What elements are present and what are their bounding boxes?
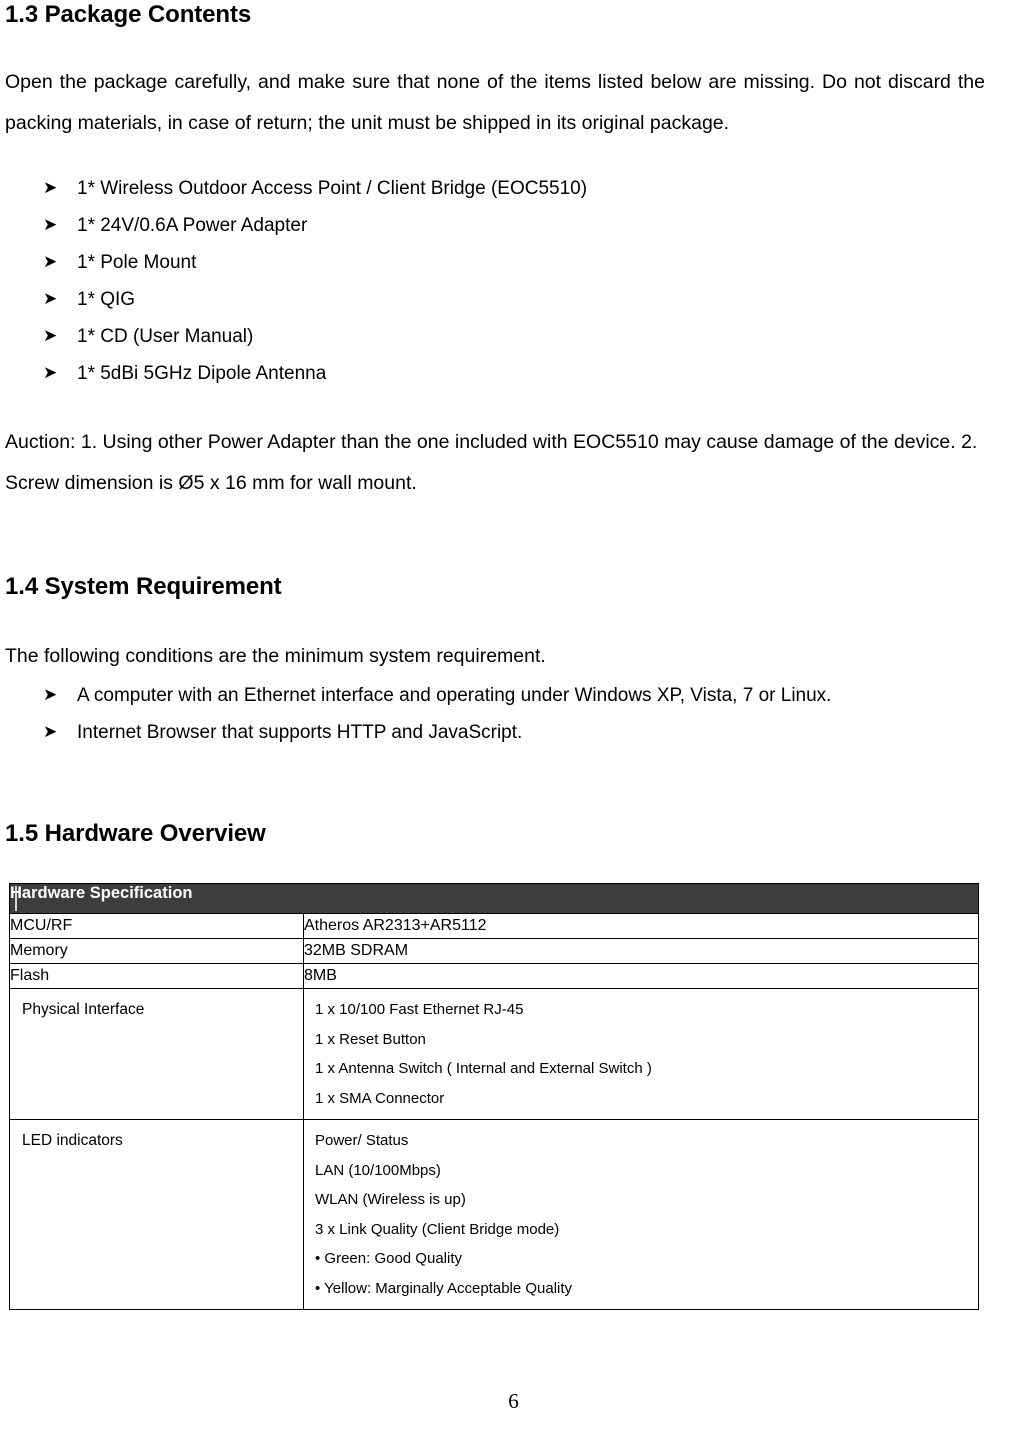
- auction-note-paragraph: Auction: 1. Using other Power Adapter th…: [5, 431, 978, 494]
- list-item-label: 1* QIG: [77, 289, 136, 310]
- list-item: ➤ 1* Pole Mount: [5, 244, 985, 281]
- list-item-label: 1* 24V/0.6A Power Adapter: [77, 215, 308, 236]
- table-header-label: Hardware Specification: [10, 884, 193, 902]
- list-item-label: 1* 5dBi 5GHz Dipole Antenna: [77, 363, 327, 384]
- table-cell-value: 1 x 10/100 Fast Ethernet RJ-45 1 x Reset…: [302, 988, 980, 1120]
- list-item: ➤ 1* CD (User Manual): [5, 318, 985, 355]
- table-row: MCU/RF Atheros AR2313+AR5112: [9, 913, 980, 939]
- table-row: Physical Interface 1 x 10/100 Fast Ether…: [9, 988, 980, 1120]
- table-cell-value: Power/ Status LAN (10/100Mbps) WLAN (Wir…: [302, 1119, 980, 1310]
- list-item: ➤ 1* 24V/0.6A Power Adapter: [5, 207, 985, 244]
- table-cell-value-line: 1 x Reset Button: [315, 1030, 426, 1048]
- list-item-label: 1* CD (User Manual): [77, 326, 254, 347]
- list-item-label: 1* Wireless Outdoor Access Point / Clien…: [77, 178, 588, 199]
- package-contents-intro-paragraph: Open the package carefully, and make sur…: [5, 71, 985, 134]
- arrow-bullet-icon: ➤: [43, 215, 58, 235]
- table-cell-key: LED indicators: [9, 1119, 304, 1310]
- table-cell-value: Atheros AR2313+AR5112: [302, 913, 980, 939]
- arrow-bullet-icon: ➤: [43, 178, 58, 198]
- table-cell-value-line: 3 x Link Quality (Client Bridge mode): [315, 1220, 560, 1238]
- table-cell-value-line: • Yellow: Marginally Acceptable Quality: [315, 1279, 573, 1297]
- table-cell-value-line: WLAN (Wireless is up): [315, 1191, 466, 1208]
- table-row: Memory 32MB SDRAM: [9, 938, 980, 964]
- section-heading-hardware-overview: 1.5 Hardware Overview: [5, 820, 266, 847]
- table-cell-value-line: Power/ Status: [315, 1132, 409, 1149]
- table-cell-value-line: 1 x SMA Connector: [315, 1089, 445, 1107]
- list-item: ➤ 1* 5dBi 5GHz Dipole Antenna: [5, 355, 985, 392]
- system-requirement-list: ➤ A computer with an Ethernet interface …: [5, 677, 985, 751]
- section-heading-package-contents: 1.3 Package Contents: [5, 1, 252, 28]
- list-item-label: 1* Pole Mount: [77, 252, 197, 273]
- list-item: ➤ Internet Browser that supports HTTP an…: [5, 714, 985, 751]
- document-page: 1.3 Package Contents Open the package ca…: [0, 0, 1027, 1431]
- header-separator-line: [15, 886, 17, 911]
- table-cell-value-line: • Green: Good Quality: [315, 1250, 462, 1267]
- table-row: Flash 8MB: [9, 963, 980, 989]
- table-cell-value: 32MB SDRAM: [302, 938, 980, 964]
- arrow-bullet-icon: ➤: [43, 289, 58, 309]
- table-cell-key: Physical Interface: [9, 988, 304, 1120]
- list-item: ➤ 1* QIG: [5, 281, 985, 318]
- table-cell-value-line: 1 x 10/100 Fast Ethernet RJ-45: [315, 1001, 524, 1018]
- table-cell-key: Flash: [9, 963, 304, 989]
- table-cell-key: Memory: [9, 938, 304, 964]
- arrow-bullet-icon: ➤: [43, 252, 58, 272]
- hardware-specification-table: Hardware Specification MCU/RF Atheros AR…: [8, 883, 980, 1310]
- table-cell-value-line: LAN (10/100Mbps): [315, 1161, 441, 1179]
- table-row: LED indicators Power/ Status LAN (10/100…: [9, 1119, 980, 1310]
- section-heading-system-requirement: 1.4 System Requirement: [5, 573, 282, 600]
- arrow-bullet-icon: ➤: [43, 363, 58, 383]
- list-item-label: A computer with an Ethernet interface an…: [77, 685, 832, 706]
- page-number: 6: [508, 1389, 519, 1413]
- list-item-label: Internet Browser that supports HTTP and …: [77, 722, 523, 743]
- table-cell-key: MCU/RF: [9, 913, 304, 939]
- system-requirement-intro-paragraph: The following conditions are the minimum…: [5, 645, 546, 667]
- arrow-bullet-icon: ➤: [43, 685, 58, 705]
- list-item: ➤ 1* Wireless Outdoor Access Point / Cli…: [5, 170, 985, 207]
- arrow-bullet-icon: ➤: [43, 326, 58, 346]
- list-item: ➤ A computer with an Ethernet interface …: [5, 677, 985, 714]
- table-cell-value: 8MB: [302, 963, 980, 989]
- table-cell-value-line: 1 x Antenna Switch ( Internal and Extern…: [315, 1060, 652, 1077]
- package-contents-list: ➤ 1* Wireless Outdoor Access Point / Cli…: [5, 170, 985, 392]
- table-header-row: Hardware Specification: [8, 883, 980, 914]
- arrow-bullet-icon: ➤: [43, 722, 58, 742]
- table-header-cell: Hardware Specification: [8, 883, 980, 914]
